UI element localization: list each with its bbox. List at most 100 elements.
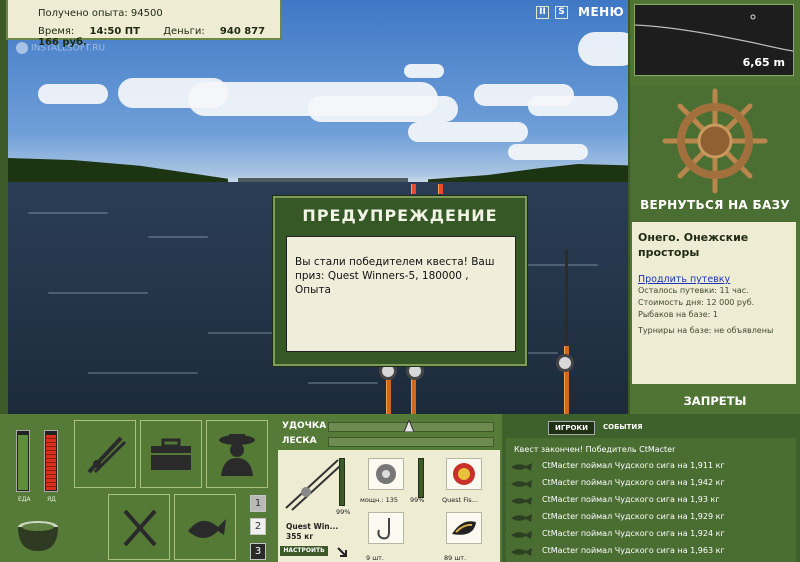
rod-tension-row: УДОЧКА (276, 420, 500, 434)
tab-players[interactable]: ИГРОКИ (548, 421, 595, 435)
location-info: Онего. Онежские просторы Продлить путевк… (632, 222, 796, 384)
tab-events[interactable]: СОБЫТИЯ (597, 421, 649, 435)
arrow-down-right-icon[interactable] (336, 546, 348, 558)
events-header-text: Квест закончен! Победитель CtMacter (514, 445, 676, 454)
events-list: Квест закончен! Победитель CtMacter CtMa… (506, 438, 796, 562)
cloud (508, 144, 588, 160)
page-button-2[interactable]: 2 (250, 518, 266, 535)
location-name: Онего. Онежские просторы (638, 231, 749, 259)
page-button-1[interactable]: 1 (250, 495, 266, 512)
fish-icon (511, 497, 532, 505)
experience-label: Получено опыта: (38, 8, 128, 19)
fish-icon (511, 548, 532, 556)
fork-knife-icon (123, 509, 157, 547)
warning-dialog: ПРЕДУПРЕЖДЕНИЕ Вы стали победителем квес… (273, 196, 527, 366)
day-cost: Стоимость дня: 12 000 руб. (638, 298, 755, 307)
anglers-count: Рыбаков на базе: 1 (638, 310, 718, 319)
fish-icon (511, 463, 532, 471)
extend-voucher-link[interactable]: Продлить путевку (638, 274, 790, 285)
angler-icon (219, 434, 255, 476)
food-meter (16, 430, 30, 492)
list-item: CtMacter поймал Чудского сига на 1,911 к… (506, 458, 796, 475)
dialog-message: Вы стали победителем квеста! Ваш приз: Q… (286, 236, 516, 352)
fish-icon (188, 519, 226, 538)
page-button-3[interactable]: 3 (250, 543, 266, 560)
list-item: CtMacter поймал Чудского сига на 1,942 к… (506, 475, 796, 492)
events-tabs: ИГРОКИ СОБЫТИЯ (548, 421, 649, 435)
menu-button[interactable]: МЕНЮ (578, 5, 624, 19)
angler-button[interactable] (206, 420, 268, 488)
fish-cage-button[interactable] (174, 494, 236, 560)
time-label: Время: (38, 26, 75, 37)
fish-icon (511, 531, 532, 539)
list-item: CtMacter поймал Чудского сига на 1,924 к… (506, 526, 796, 543)
drink-meter (44, 430, 58, 492)
mussel-icon (452, 521, 476, 535)
cloud (308, 96, 458, 122)
bans-button[interactable]: ЗАПРЕТЫ (630, 394, 800, 408)
depth-chart: 6,65 m (634, 4, 794, 76)
line-tension-label: ЛЕСКА (282, 436, 317, 446)
reel-slot[interactable] (368, 458, 404, 490)
depth-value: 6,65 m (742, 56, 785, 69)
experience-value: 94500 (130, 8, 163, 19)
float-marker-icon (750, 14, 756, 20)
tension-marker-icon (404, 420, 414, 432)
fish-icon (511, 480, 532, 488)
food-level (18, 434, 28, 490)
fishing-rod-icon (87, 436, 127, 474)
money-label: Деньги: (163, 26, 205, 37)
rod-weight: 355 кг (286, 532, 314, 541)
tournaments-info: Турниры на базе: не объявлены (638, 326, 774, 335)
experience-row: Получено опыта: 94500 (38, 8, 163, 19)
fish-icon (511, 514, 532, 522)
cloud (578, 32, 628, 66)
event-text: CtMacter поймал Чудского сига на 1,911 к… (542, 461, 725, 470)
reel-condition: 99% (410, 496, 425, 504)
events-header: Квест закончен! Победитель CtMacter (506, 442, 796, 459)
rod-slot-icon[interactable] (282, 456, 342, 512)
ship-wheel-icon[interactable] (630, 86, 800, 196)
food-label: ЕДА (18, 496, 31, 503)
tackle-box-button[interactable] (140, 420, 202, 488)
dialog-title: ПРЕДУПРЕЖДЕНИЕ (302, 206, 498, 225)
rods-button[interactable] (74, 420, 136, 488)
reel-3 (556, 354, 574, 372)
pause-button[interactable]: II (536, 5, 549, 19)
float (411, 184, 416, 194)
rod-wear-bar (339, 458, 345, 506)
line-spool-icon (453, 463, 475, 485)
drink-level (46, 434, 56, 490)
food-button[interactable] (108, 494, 170, 560)
hook-count: 9 шт. (366, 554, 385, 562)
status-panel: Получено опыта: 94500 Время: 14:50 ПТ Де… (6, 0, 282, 48)
rod-tip (565, 250, 568, 360)
settings-button[interactable]: S (555, 5, 568, 19)
cloud (528, 96, 618, 116)
time-money-row: Время: 14:50 ПТ Деньги: 940 877 166 руб. (38, 26, 280, 48)
line-slot[interactable] (446, 458, 482, 490)
return-to-base-button[interactable]: ВЕРНУТЬСЯ НА БАЗУ (630, 198, 800, 212)
tension-bars: УДОЧКА ЛЕСКА (276, 418, 500, 450)
rod-name: Quest Win... (286, 522, 339, 531)
line-tension-bar (328, 437, 494, 447)
cloud (38, 84, 108, 104)
list-item: CtMacter поймал Чудского сига на 1,929 к… (506, 509, 796, 526)
shore-trees-left (8, 158, 228, 184)
watermark-icon (16, 42, 28, 54)
hook-slot[interactable] (368, 512, 404, 544)
bait-slot[interactable] (446, 512, 482, 544)
setup-button[interactable]: НАСТРОИТЬ (280, 546, 328, 556)
top-buttons: II S МЕНЮ (536, 5, 624, 19)
tackle-box-icon (151, 438, 191, 470)
line-tension-row: ЛЕСКА (276, 435, 500, 449)
event-text: CtMacter поймал Чудского сига на 1,929 к… (542, 512, 725, 521)
cauldron-icon (18, 521, 58, 551)
list-item: CtMacter поймал Чудского сига на 1,963 к… (506, 543, 796, 560)
event-text: CtMacter поймал Чудского сига на 1,924 к… (542, 529, 725, 538)
line-name: Quest Fis... (442, 496, 478, 504)
voucher-left: Осталось путевки: 11 час. (638, 286, 749, 295)
reel-power: мощн.: 135 (360, 496, 398, 504)
cauldron-button[interactable] (10, 508, 66, 558)
rod-condition: 99% (336, 508, 351, 516)
